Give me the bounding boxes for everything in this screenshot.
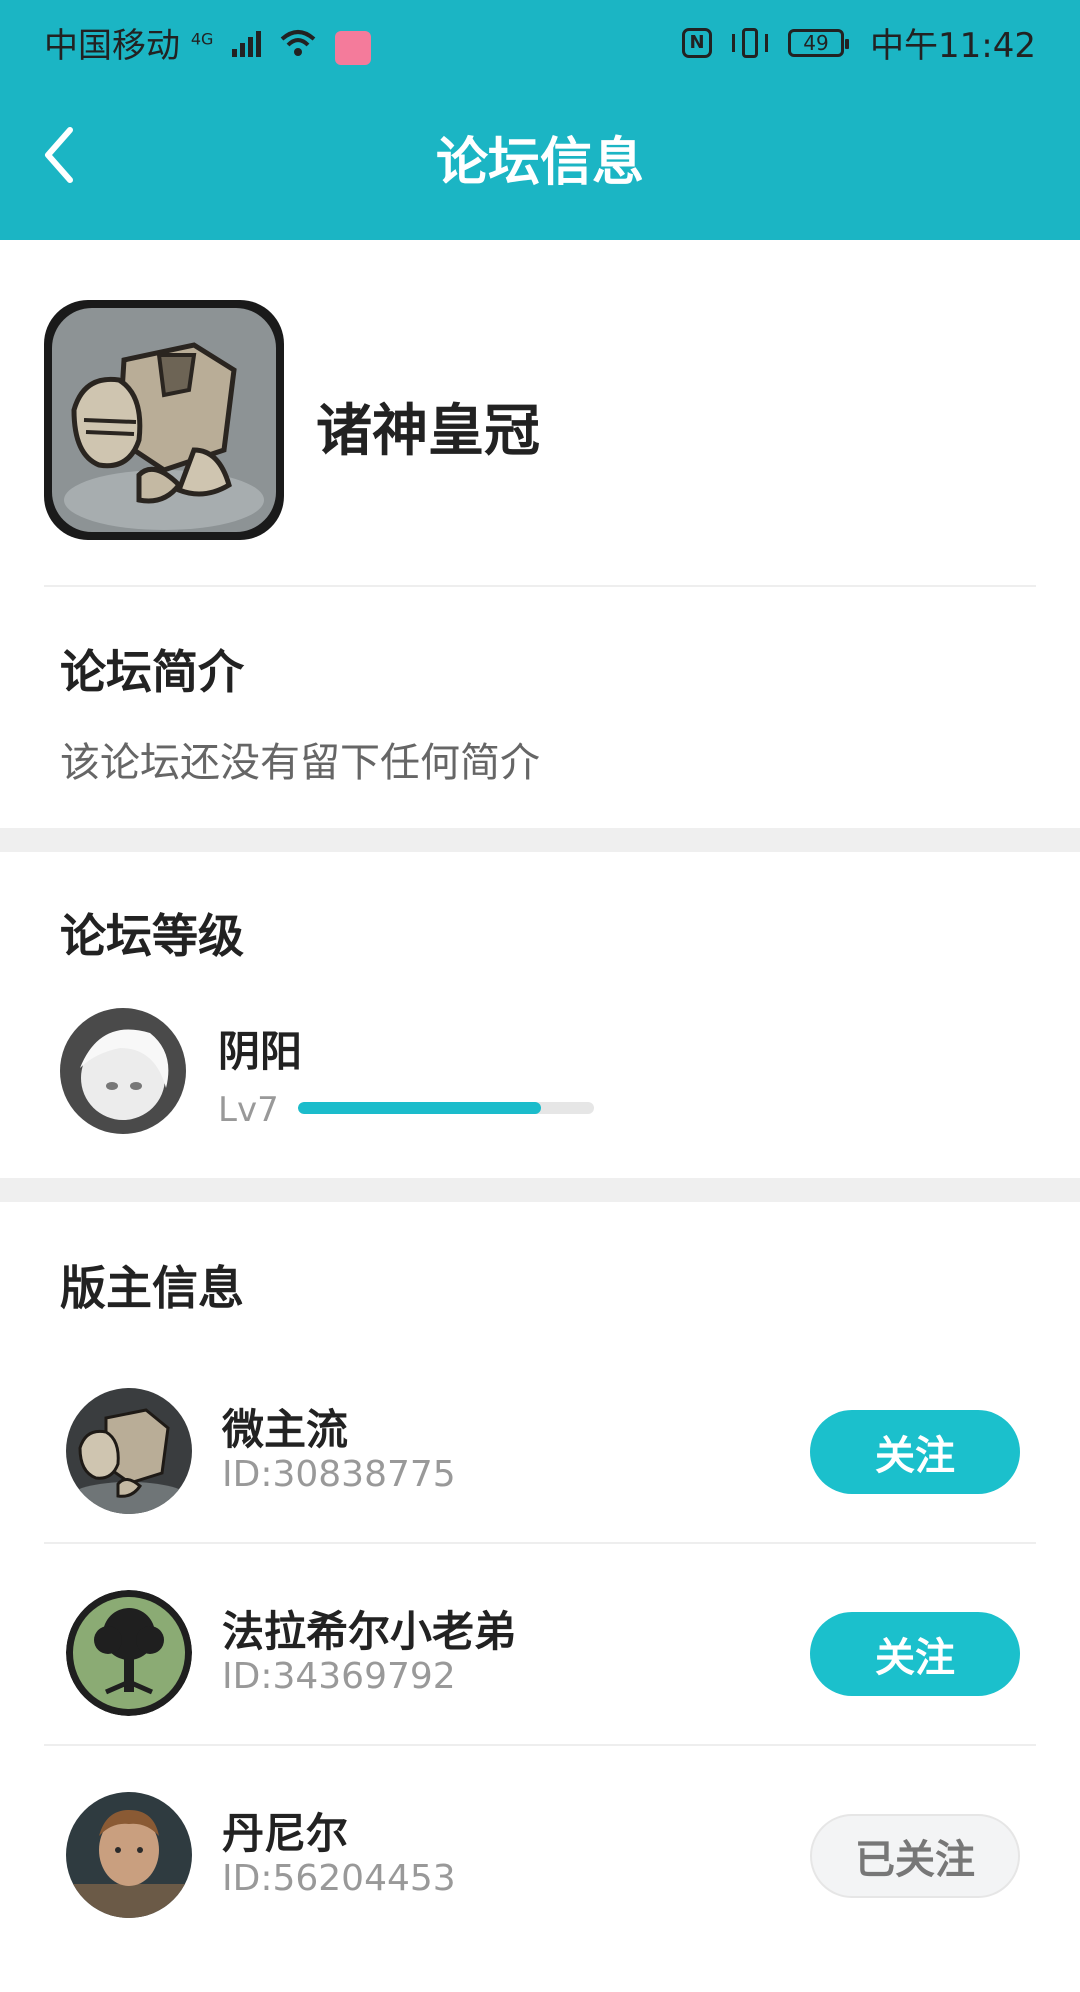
wifi-icon bbox=[280, 30, 316, 56]
moderator-name: 微主流 bbox=[222, 1405, 349, 1454]
status-right: N 49 中午11:42 bbox=[682, 18, 1036, 67]
status-bar: 中国移动 4G N 49 中午11:42 bbox=[0, 0, 1080, 76]
network-label: 4G bbox=[190, 29, 214, 49]
carrier-label: 中国移动 bbox=[44, 26, 180, 66]
section-separator bbox=[0, 828, 1080, 852]
level-progress-bar bbox=[298, 1102, 594, 1114]
moderator-name: 丹尼尔 bbox=[222, 1809, 349, 1858]
divider bbox=[44, 585, 1036, 587]
moderator-id: ID:56204453 bbox=[222, 1858, 456, 1899]
section-separator bbox=[0, 1178, 1080, 1202]
vibrate-icon bbox=[728, 27, 772, 58]
level-name: 阴阳 bbox=[218, 1027, 303, 1076]
moderator-row: 微主流 ID:30838775 关注 bbox=[0, 1388, 1080, 1588]
level-avatar bbox=[60, 1008, 186, 1134]
moderator-name: 法拉希尔小老弟 bbox=[222, 1607, 517, 1656]
moderator-row: 法拉希尔小老弟 ID:34369792 关注 bbox=[0, 1590, 1080, 1790]
moderator-avatar bbox=[66, 1388, 192, 1514]
divider bbox=[44, 1744, 1036, 1746]
forum-name: 诸神皇冠 bbox=[316, 399, 540, 464]
moderator-id: ID:30838775 bbox=[222, 1454, 456, 1495]
battery-icon: 49 bbox=[788, 28, 850, 57]
followed-button[interactable]: 已关注 bbox=[810, 1814, 1020, 1898]
level-title: 论坛等级 bbox=[60, 909, 244, 963]
intro-text: 该论坛还没有留下任何简介 bbox=[60, 740, 540, 786]
intro-title: 论坛简介 bbox=[60, 645, 244, 699]
moderators-title: 版主信息 bbox=[60, 1261, 244, 1315]
moderator-avatar bbox=[66, 1792, 192, 1918]
moderator-row: 丹尼尔 ID:56204453 已关注 bbox=[0, 1792, 1080, 1992]
level-label: Lv7 bbox=[218, 1090, 279, 1130]
follow-button[interactable]: 关注 bbox=[810, 1612, 1020, 1696]
moderator-avatar bbox=[66, 1590, 192, 1716]
armor-icon bbox=[44, 300, 284, 540]
moderator-id: ID:34369792 bbox=[222, 1656, 456, 1697]
clock: 中午11:42 bbox=[870, 26, 1036, 66]
header-bar: 中国移动 4G N 49 中午11:42 论坛信息 bbox=[0, 0, 1080, 240]
signal-icon bbox=[232, 29, 262, 57]
page-title: 论坛信息 bbox=[435, 133, 644, 193]
divider bbox=[44, 1542, 1036, 1544]
follow-button[interactable]: 关注 bbox=[810, 1410, 1020, 1494]
level-progress-fill bbox=[298, 1102, 541, 1114]
status-left: 中国移动 4G bbox=[44, 18, 371, 67]
bilibili-app-icon bbox=[334, 30, 371, 65]
nfc-icon: N bbox=[682, 27, 713, 58]
